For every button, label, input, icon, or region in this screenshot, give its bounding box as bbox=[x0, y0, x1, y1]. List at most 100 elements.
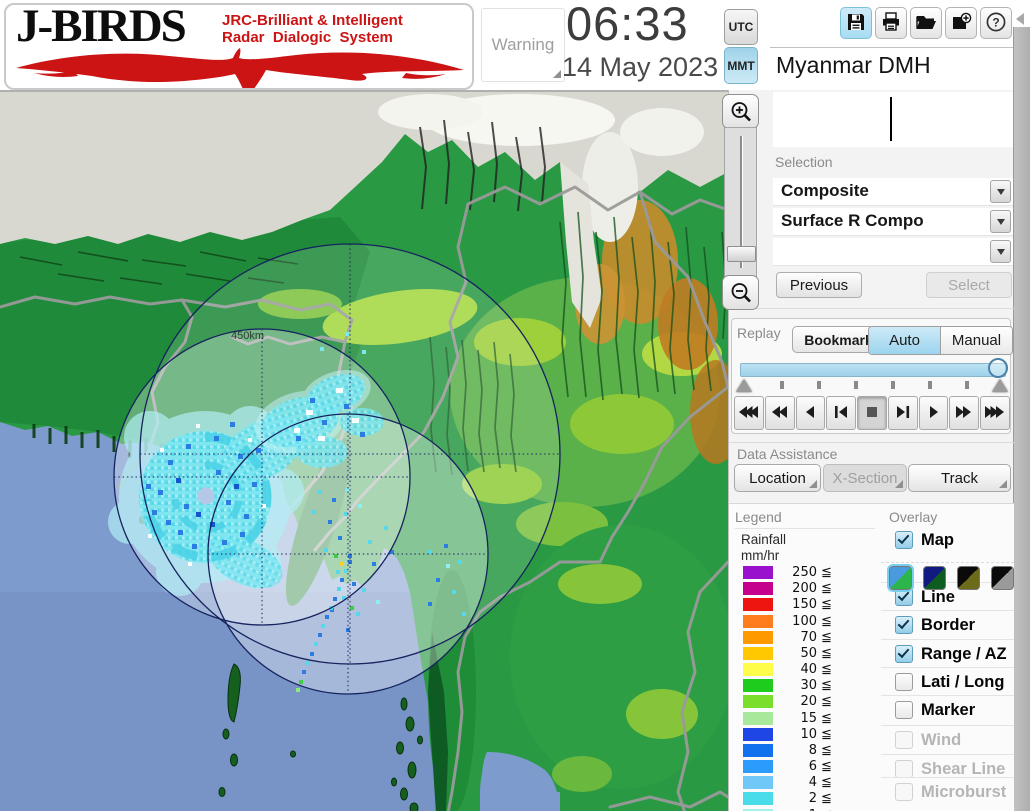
legend-value: 8 bbox=[808, 742, 817, 758]
legend-value: 30 bbox=[800, 678, 817, 694]
stop-button[interactable] bbox=[857, 396, 887, 430]
product-dropdown[interactable]: Surface R Compo bbox=[773, 208, 1013, 236]
legend-row: 10 ≦ bbox=[729, 726, 879, 742]
add-view-button[interactable] bbox=[945, 7, 977, 39]
map-style-gray[interactable] bbox=[991, 565, 1014, 590]
zoom-in-button[interactable] bbox=[722, 94, 759, 129]
option-dropdown[interactable] bbox=[773, 238, 1013, 266]
category-dropdown[interactable]: Composite bbox=[773, 178, 1013, 206]
corner-fold-icon bbox=[553, 70, 561, 78]
play-button[interactable] bbox=[918, 396, 949, 430]
fast-forward-icon bbox=[985, 405, 1005, 422]
clock-date: 14 May 2023 bbox=[562, 52, 719, 82]
dropdown-arrow-button[interactable] bbox=[990, 240, 1011, 263]
overlay-row-wind: Wind bbox=[881, 725, 1014, 754]
overlay-row-map: Map bbox=[881, 526, 1014, 554]
collapse-panel-icon[interactable] bbox=[1016, 13, 1024, 25]
overlay-row-lati-long: Lati / Long bbox=[881, 667, 1014, 696]
rewind-button[interactable] bbox=[764, 396, 795, 430]
overlay-row-border: Border bbox=[881, 610, 1014, 639]
legend-leq-symbol: ≦ bbox=[821, 808, 832, 811]
zoom-slider-thumb[interactable] bbox=[727, 246, 756, 262]
legend-row: 20 ≦ bbox=[729, 694, 879, 710]
checkbox-lati-long[interactable] bbox=[895, 673, 913, 691]
legend-overlay-zone: Legend Rainfall mm/hr 250 ≦ 200 ≦ 150 ≦ 100 ≦ 70 ≦… bbox=[729, 503, 1014, 811]
logo-title: J-BIRDS bbox=[16, 3, 187, 52]
manual-mode-button[interactable]: Manual bbox=[940, 327, 1012, 354]
timeline-tick bbox=[965, 381, 969, 389]
checkbox-range-az[interactable] bbox=[895, 645, 913, 663]
forward-button[interactable] bbox=[949, 396, 980, 430]
legend-leq-symbol: ≦ bbox=[821, 726, 832, 742]
legend-value: 6 bbox=[808, 759, 817, 775]
chevron-down-icon bbox=[996, 218, 1005, 225]
checkbox-border[interactable] bbox=[895, 616, 913, 634]
checkbox-shear-line bbox=[895, 760, 913, 778]
chevron-down-icon bbox=[996, 248, 1005, 255]
open-folder-icon bbox=[915, 11, 937, 36]
overlay-item-label: Shear Line bbox=[921, 759, 1006, 778]
data-assistance-label: Data Assistance bbox=[737, 446, 838, 462]
timeline-ticks bbox=[732, 381, 1012, 390]
play-reverse-button[interactable] bbox=[795, 396, 826, 430]
legend-label: Legend bbox=[735, 509, 875, 529]
fast-rewind-button[interactable] bbox=[734, 396, 764, 430]
legend-leq-symbol: ≦ bbox=[821, 565, 832, 580]
replay-timeline-thumb[interactable] bbox=[988, 358, 1008, 378]
legend-leq-symbol: ≦ bbox=[821, 791, 832, 807]
map-style-navy[interactable] bbox=[923, 565, 946, 590]
save-button[interactable] bbox=[840, 7, 872, 39]
control-panel: Selection Composite Surface R Compo Previ… bbox=[728, 90, 1014, 811]
checkbox-map[interactable] bbox=[895, 531, 913, 549]
legend-row: 2 ≦ bbox=[729, 791, 879, 807]
legend-leq-symbol: ≦ bbox=[821, 694, 832, 710]
timezone-utc-button[interactable]: UTC bbox=[724, 9, 758, 45]
panel-divider bbox=[770, 47, 1013, 48]
dropdown-arrow-button[interactable] bbox=[990, 180, 1011, 203]
step-back-button[interactable] bbox=[826, 396, 857, 430]
legend-leq-symbol: ≦ bbox=[821, 581, 832, 597]
replay-timeline-track[interactable] bbox=[740, 363, 1006, 377]
legend-row: 50 ≦ bbox=[729, 646, 879, 661]
legend-leq-symbol: ≦ bbox=[821, 597, 832, 613]
panel-splitter[interactable] bbox=[1013, 27, 1030, 811]
rewind-icon bbox=[770, 405, 790, 422]
help-button[interactable]: ? bbox=[980, 7, 1012, 39]
auto-mode-button[interactable]: Auto bbox=[869, 327, 940, 354]
add-image-icon bbox=[950, 11, 972, 36]
fast-forward-button[interactable] bbox=[980, 396, 1011, 430]
map-style-color[interactable] bbox=[886, 563, 915, 592]
zoom-slider[interactable] bbox=[724, 127, 757, 277]
legend-title-line1: Rainfall bbox=[741, 532, 787, 547]
warning-button[interactable]: Warning bbox=[481, 8, 565, 82]
checkbox-microburst bbox=[895, 783, 913, 801]
station-title: Myanmar DMH bbox=[776, 52, 931, 78]
overlay-item-label: Wind bbox=[921, 730, 962, 749]
location-button[interactable]: Location bbox=[734, 464, 821, 492]
legend-value: 10 bbox=[800, 726, 817, 742]
chevron-down-icon bbox=[996, 188, 1005, 195]
radar-map[interactable]: 450km bbox=[0, 90, 728, 811]
legend-row: 15 ≦ bbox=[729, 710, 879, 726]
step-forward-button[interactable] bbox=[887, 396, 918, 430]
legend-value: 15 bbox=[800, 710, 817, 726]
checkbox-marker[interactable] bbox=[895, 701, 913, 719]
track-button[interactable]: Track bbox=[908, 464, 1011, 492]
previous-button[interactable]: Previous bbox=[776, 272, 862, 298]
overlay-row-microburst: Microburst bbox=[881, 777, 1014, 806]
jbirds-logo: J-BIRDS JRC-Brilliant & Intelligent Radar… bbox=[4, 3, 474, 90]
dropdown-arrow-button[interactable] bbox=[990, 210, 1011, 233]
timeline-tick bbox=[854, 381, 858, 389]
header-bar: J-BIRDS JRC-Brilliant & Intelligent Radar… bbox=[0, 0, 1030, 91]
timezone-mmt-button[interactable]: MMT bbox=[724, 47, 758, 84]
step-forward-icon bbox=[893, 405, 913, 422]
station-text-field[interactable] bbox=[773, 92, 1013, 147]
zoom-out-button[interactable] bbox=[722, 275, 759, 310]
jbirds-application: J-BIRDS JRC-Brilliant & Intelligent Radar… bbox=[0, 0, 1030, 811]
open-button[interactable] bbox=[910, 7, 942, 39]
overlay-item-label: Microburst bbox=[921, 782, 1007, 801]
print-button[interactable] bbox=[875, 7, 907, 39]
range-label: 450km bbox=[231, 330, 264, 342]
map-style-olive[interactable] bbox=[957, 565, 980, 590]
corner-fold-icon bbox=[895, 480, 903, 488]
